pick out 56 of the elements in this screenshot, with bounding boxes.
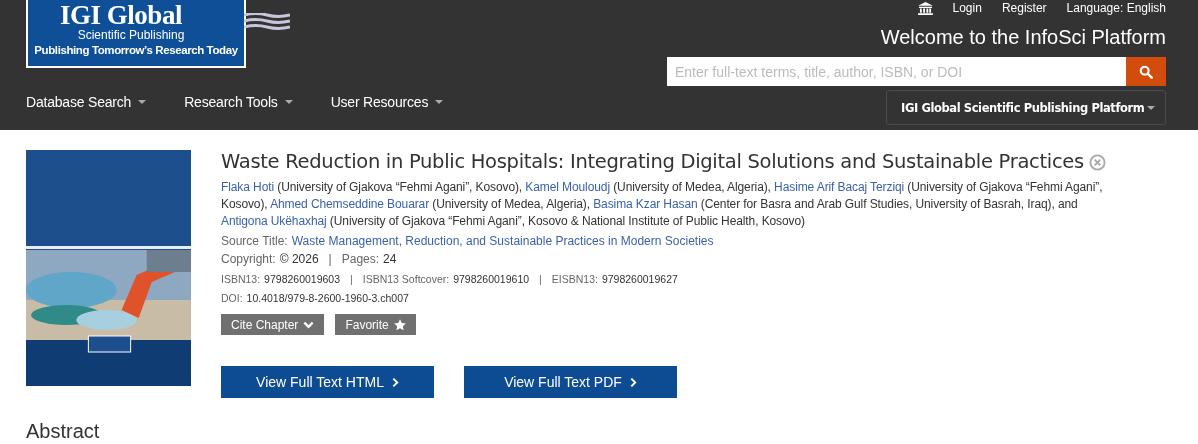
author-link[interactable]: Kamel Mouloudj <box>525 180 610 194</box>
cite-button[interactable]: Cite Chapter <box>221 314 325 335</box>
author-link[interactable]: Basima Kzar Hasan <box>593 197 698 211</box>
caret-icon <box>435 100 444 104</box>
meta-value: 9798260019610 <box>453 273 530 285</box>
meta-value: 24 <box>383 252 397 266</box>
caret-icon <box>138 100 147 104</box>
platform-dropdown[interactable]: IGI Global Scientific Publishing Platform <box>886 90 1166 125</box>
meta-value: © 2026 <box>279 252 319 266</box>
meta-value: 10.4018/979-8-2600-1960-3.ch007 <box>246 292 409 304</box>
meta-label: DOI: <box>221 292 243 304</box>
logo-name: IGI Global <box>60 2 182 29</box>
search-field[interactable]: Enter full-text terms, title, author, ISBN, or DOI <box>667 57 1126 86</box>
author-link[interactable]: Hasime Arif Bacaj Terziqi <box>774 180 905 194</box>
full-text-button[interactable]: View Full Text PDF <box>464 366 677 398</box>
full-text-button[interactable]: View Full Text HTML <box>221 366 434 398</box>
meta-label: Copyright: <box>221 252 276 266</box>
chevron-right-icon <box>629 376 637 388</box>
meta-label: EISBN13: <box>551 273 598 285</box>
meta-value: 9798260019627 <box>601 273 678 285</box>
caret-icon <box>1147 105 1155 110</box>
nav-menu[interactable]: User Resources <box>330 94 444 110</box>
author-list: Flaka Hoti (University of Gjakova “Fehmi Agani”, Kosovo), Kamel Mouloudj (University of Medea, Algeria), Hasime Arif Bacaj Terziqi (University of Gjakova “Fehmi Agani”, Kosovo), Ahmed Chemseddine Bouarar (University of Medea, Algeria), Basima Kzar Hasan (Center for Basra and Arab Gulf Studies, University of Basrah, Iraq), and Antigona Ukëhaxhaj (University of Gjakova “Fehmi Agani”, Kosovo & National Institute of Public Health, Kosovo) <box>221 179 1151 230</box>
search-icon <box>1139 64 1153 79</box>
logo-subtitle: Scientific Publishing <box>77 29 185 42</box>
waves-icon <box>244 13 290 31</box>
header-link[interactable]: Language: English <box>1066 1 1166 15</box>
welcome-heading: Welcome to the InfoSci Platform <box>880 25 1166 49</box>
source-label: Source Title: <box>221 234 288 248</box>
close-icon[interactable] <box>1088 153 1106 171</box>
author-link[interactable]: Antigona Ukëhaxhaj <box>221 214 327 228</box>
institution-icon[interactable] <box>917 1 933 15</box>
chevron-down-icon <box>303 320 315 329</box>
chevron-right-icon <box>391 376 399 388</box>
logo[interactable]: IGI Global Scientific Publishing Publishing Tomorrow’s Research Today <box>26 0 246 68</box>
separator: | <box>350 273 353 285</box>
section-heading: Abstract <box>26 420 101 442</box>
source-link[interactable]: Waste Management, Reduction, and Sustainable Practices in Modern Societies <box>291 234 714 248</box>
nav-menu[interactable]: Research Tools <box>184 94 293 110</box>
separator: | <box>328 252 332 266</box>
meta-value: 9798260019603 <box>264 273 341 285</box>
meta-label: ISBN13 Softcover: <box>362 273 450 285</box>
nav-menu[interactable]: Database Search <box>26 94 147 110</box>
meta-label: ISBN13: <box>221 273 261 285</box>
meta-label: Pages: <box>341 252 380 266</box>
favorite-button[interactable]: Favorite <box>335 314 416 335</box>
header-link[interactable]: Register <box>1001 1 1047 15</box>
header-link[interactable]: Login <box>952 1 982 15</box>
search-button[interactable] <box>1126 57 1166 86</box>
star-icon <box>393 318 406 331</box>
caret-icon <box>284 100 293 104</box>
logo-tagline: Publishing Tomorrow’s Research Today <box>34 43 238 58</box>
author-link[interactable]: Ahmed Chemseddine Bouarar <box>270 197 430 211</box>
chapter-title: Waste Reduction in Public Hospitals: Integrating Digital Solutions and Sustainable Practices <box>221 150 1084 174</box>
separator: | <box>539 273 542 285</box>
author-link[interactable]: Flaka Hoti <box>221 180 275 194</box>
